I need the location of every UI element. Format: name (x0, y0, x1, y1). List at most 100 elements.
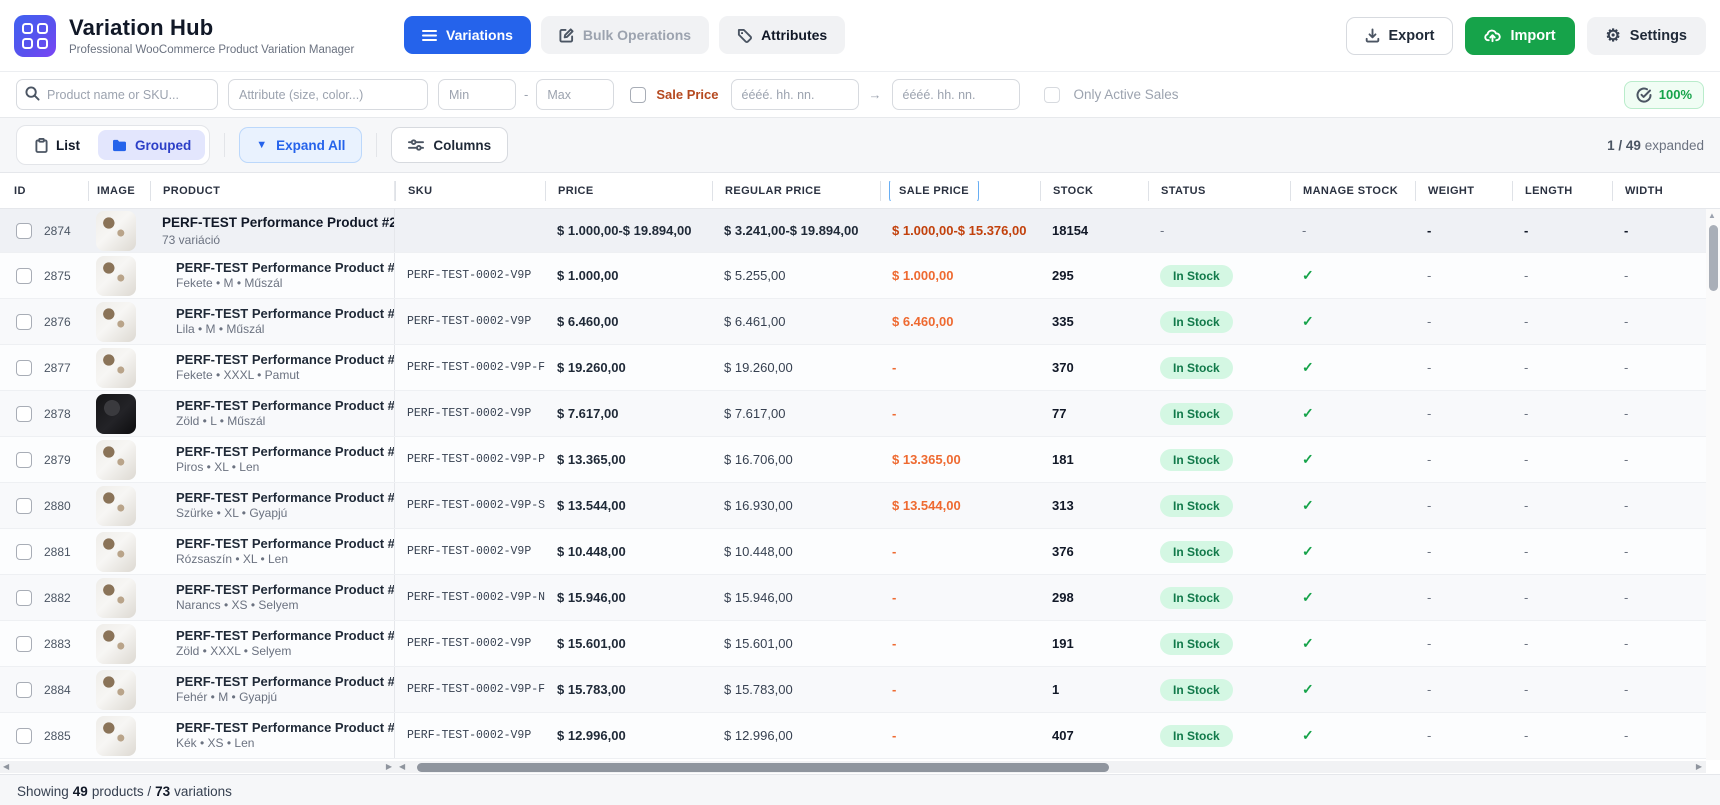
columns-button[interactable]: Columns (391, 127, 509, 163)
regular-price-value: $ 15.946,00 (724, 590, 793, 605)
product-group-row[interactable]: 2874 PERF-TEST Performance Product #2 ▼ … (0, 209, 1720, 253)
variation-product-name[interactable]: PERF-TEST Performance Product #2 (162, 719, 394, 737)
column-header-status[interactable]: STATUS (1148, 180, 1290, 201)
regular-price-range: $ 3.241,00-$ 19.894,00 (724, 223, 859, 238)
sale-date-from-input[interactable] (730, 79, 859, 110)
tab-attributes[interactable]: Attributes (719, 16, 846, 54)
sale-price-checkbox[interactable] (630, 86, 647, 103)
view-mode-list[interactable]: List (21, 130, 94, 160)
row-checkbox[interactable] (16, 497, 32, 514)
variation-row[interactable]: 2884 PERF-TEST Performance Product #2 Fe… (0, 667, 1720, 713)
variation-row[interactable]: 2882 PERF-TEST Performance Product #2 Na… (0, 575, 1720, 621)
variation-row[interactable]: 2879 PERF-TEST Performance Product #2 Pi… (0, 437, 1720, 483)
export-button[interactable]: Export (1345, 16, 1454, 55)
scroll-up-arrow[interactable]: ▲ (1708, 211, 1716, 220)
group-product-name[interactable]: PERF-TEST Performance Product #2 (162, 214, 394, 232)
row-checkbox[interactable] (16, 359, 32, 376)
tab-variations[interactable]: Variations (404, 16, 531, 54)
row-checkbox[interactable] (16, 451, 32, 468)
variation-product-name[interactable]: PERF-TEST Performance Product #2 (162, 351, 394, 369)
sale-date-to-input[interactable] (891, 79, 1020, 110)
variation-row[interactable]: 2883 PERF-TEST Performance Product #2 Zö… (0, 621, 1720, 667)
row-checkbox[interactable] (16, 635, 32, 652)
column-header-sale-price[interactable]: SALE PRICE (880, 180, 1040, 201)
variation-product-name[interactable]: PERF-TEST Performance Product #2 (162, 443, 394, 461)
expanded-count-label: 1 / 49 expanded (1607, 137, 1704, 153)
row-checkbox[interactable] (16, 313, 32, 330)
scroll-left-arrow-2[interactable]: ◀ (399, 762, 405, 771)
row-checkbox[interactable] (16, 267, 32, 284)
variation-product-name[interactable]: PERF-TEST Performance Product #2 (162, 627, 394, 645)
width-value: - (1624, 682, 1629, 697)
manage-stock-check-icon: ✓ (1302, 313, 1314, 329)
price-max-input[interactable] (536, 79, 615, 110)
vertical-scrollbar[interactable]: ▲ (1706, 209, 1720, 760)
row-checkbox[interactable] (16, 727, 32, 744)
table-hscrollbar[interactable]: ◀ ▶ (395, 761, 1706, 773)
settings-button[interactable]: ⚙ Settings (1586, 16, 1706, 55)
search-input[interactable] (16, 79, 218, 110)
variation-product-name[interactable]: PERF-TEST Performance Product #2 (162, 259, 394, 277)
column-header-width[interactable]: WIDTH (1612, 180, 1706, 201)
variation-row[interactable]: 2885 PERF-TEST Performance Product #2 Ké… (0, 713, 1720, 759)
variation-row[interactable]: 2876 PERF-TEST Performance Product #2 Li… (0, 299, 1720, 345)
variation-product-name[interactable]: PERF-TEST Performance Product #2 (162, 397, 394, 415)
price-min-input[interactable] (438, 79, 516, 110)
only-active-sales-checkbox[interactable] (1043, 86, 1060, 103)
frozen-pane-hscrollbar[interactable]: ◀ ▶ (0, 761, 395, 773)
horizontal-scroll-thumb[interactable] (417, 762, 1109, 772)
manage-stock-value: - (1302, 223, 1307, 238)
variation-product-name[interactable]: PERF-TEST Performance Product #2 (162, 535, 394, 553)
table-body: 2874 PERF-TEST Performance Product #2 ▼ … (0, 209, 1720, 760)
scroll-right-arrow[interactable]: ▶ (386, 762, 392, 771)
column-header-stock[interactable]: STOCK (1040, 180, 1148, 201)
variation-row[interactable]: 2878 PERF-TEST Performance Product #2 Zö… (0, 391, 1720, 437)
status-bar: Showing 49 products / 73 variations (0, 774, 1720, 805)
variation-row[interactable]: 2875 PERF-TEST Performance Product #2 Fe… (0, 253, 1720, 299)
column-header-weight[interactable]: WEIGHT (1415, 180, 1512, 201)
row-checkbox[interactable] (16, 222, 32, 239)
attribute-filter-input[interactable] (228, 79, 428, 110)
vertical-scroll-thumb[interactable] (1708, 225, 1718, 291)
variation-attributes: Fekete • M • Műszál (176, 276, 283, 291)
variation-row[interactable]: 2881 PERF-TEST Performance Product #2 Ró… (0, 529, 1720, 575)
scroll-right-arrow-2[interactable]: ▶ (1696, 762, 1702, 771)
variation-product-name[interactable]: PERF-TEST Performance Product #2 (162, 305, 394, 323)
variation-product-name[interactable]: PERF-TEST Performance Product #2 (162, 673, 394, 691)
sale-price-range: $ 1.000,00-$ 15.376,00 (892, 223, 1027, 238)
variation-product-name[interactable]: PERF-TEST Performance Product #2 (162, 581, 394, 599)
row-id: 2885 (44, 728, 71, 743)
variation-attributes: Narancs • XS • Selyem (176, 598, 299, 613)
row-checkbox[interactable] (16, 543, 32, 560)
tab-bulk-operations[interactable]: Bulk Operations (540, 16, 710, 54)
column-header-product[interactable]: PRODUCT (150, 180, 395, 201)
variation-row[interactable]: 2877 PERF-TEST Performance Product #2 Fe… (0, 345, 1720, 391)
scroll-left-arrow[interactable]: ◀ (3, 762, 9, 771)
variation-row[interactable]: 2880 PERF-TEST Performance Product #2 Sz… (0, 483, 1720, 529)
column-header-sku[interactable]: SKU (395, 180, 545, 201)
expand-all-button[interactable]: ▼ Expand All (239, 127, 363, 163)
row-checkbox[interactable] (16, 681, 32, 698)
sale-price-value: $ 13.365,00 (892, 452, 961, 467)
price-value: $ 1.000,00 (557, 268, 619, 283)
stock-value: 1 (1052, 682, 1060, 697)
view-mode-grouped[interactable]: Grouped (98, 130, 206, 160)
column-header-price[interactable]: PRICE (545, 180, 712, 201)
sale-price-value: - (892, 406, 897, 421)
status-badge: In Stock (1160, 356, 1233, 379)
width-value: - (1624, 728, 1629, 743)
row-checkbox[interactable] (16, 405, 32, 422)
weight-value: - (1427, 590, 1432, 605)
row-checkbox[interactable] (16, 589, 32, 606)
sale-price-header-box[interactable]: SALE PRICE (889, 180, 980, 201)
column-header-length[interactable]: LENGTH (1512, 180, 1612, 201)
stock-value: 77 (1052, 406, 1067, 421)
column-header-image[interactable]: IMAGE (88, 180, 150, 201)
column-header-manage-stock[interactable]: MANAGE STOCK (1290, 180, 1415, 201)
column-header-id[interactable]: ID (0, 181, 88, 201)
column-header-regular-price[interactable]: REGULAR PRICE (712, 180, 880, 201)
import-button[interactable]: Import (1465, 16, 1575, 55)
weight-value: - (1427, 544, 1432, 559)
variation-product-name[interactable]: PERF-TEST Performance Product #2 (162, 489, 394, 507)
toolbar-divider-2 (376, 133, 378, 157)
